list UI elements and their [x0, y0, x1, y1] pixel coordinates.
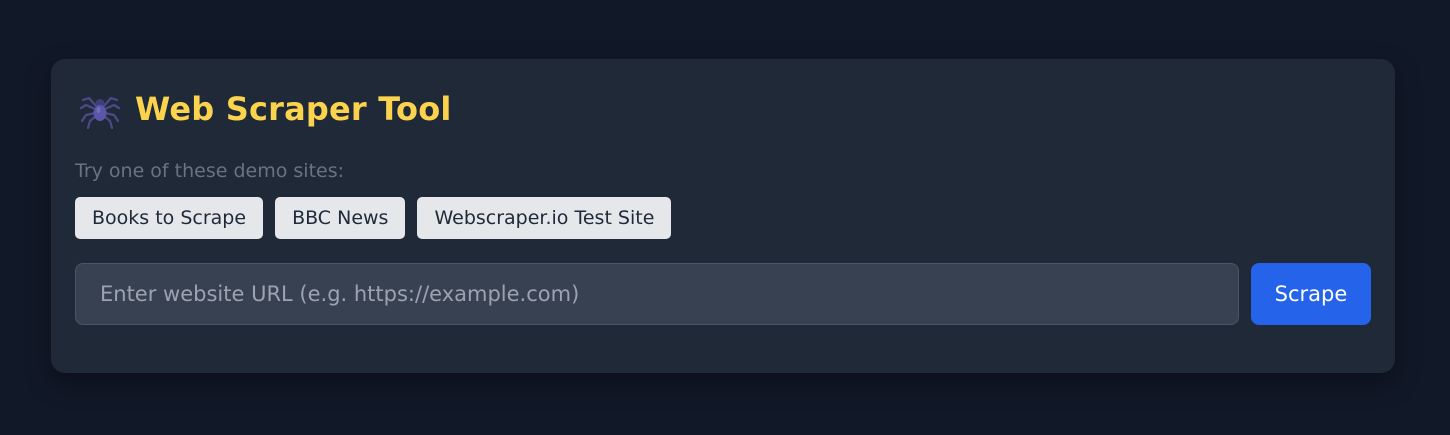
demo-site-books-button[interactable]: Books to Scrape	[75, 197, 264, 239]
demo-hint: Try one of these demo sites:	[75, 160, 345, 182]
spider-icon	[79, 96, 121, 130]
demo-site-list: Books to Scrape BBC News Webscraper.io T…	[75, 197, 672, 239]
scraper-card: Web Scraper Tool Try one of these demo s…	[51, 59, 1395, 373]
url-input[interactable]	[75, 263, 1239, 325]
header: Web Scraper Tool	[79, 86, 452, 132]
demo-site-bbc-button[interactable]: BBC News	[275, 197, 406, 239]
page-title: Web Scraper Tool	[135, 90, 452, 128]
scrape-button[interactable]: Scrape	[1251, 263, 1371, 325]
demo-site-webscraper-button[interactable]: Webscraper.io Test Site	[417, 197, 672, 239]
